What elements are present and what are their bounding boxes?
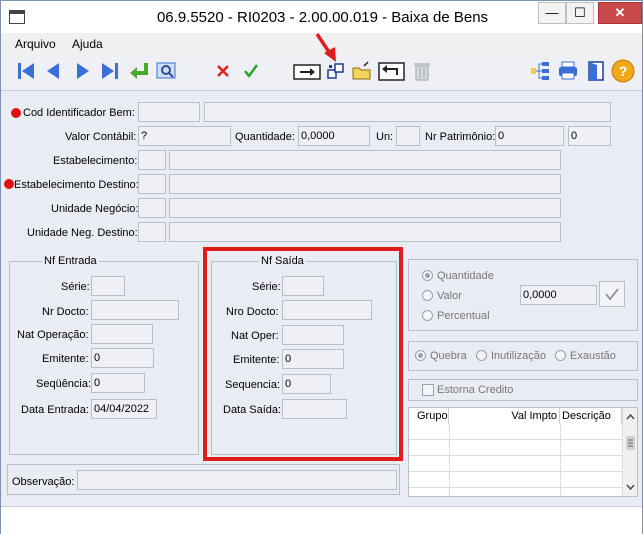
required-indicator	[4, 179, 14, 189]
nf-entrada-natop-label: Nat Operação:	[17, 329, 89, 341]
valor-label: Valor Contábil:	[65, 131, 137, 143]
quantidade-radio[interactable]	[422, 270, 433, 281]
nf-entrada-sequencia-field[interactable]: 0	[91, 373, 145, 393]
nf-entrada-docto-label: Nr Docto:	[42, 306, 89, 318]
quantidade-radio-label: Quantidade	[437, 270, 494, 282]
undo-icon[interactable]	[378, 59, 406, 83]
nr-patrimonio-seq-field[interactable]: 0	[568, 126, 611, 146]
cod-label: Cod Identificador Bem:	[23, 107, 135, 119]
un-field[interactable]	[396, 126, 420, 146]
inutilizacao-radio[interactable]	[476, 350, 487, 361]
previous-record-icon[interactable]	[41, 59, 65, 83]
table-row[interactable]	[409, 440, 622, 456]
column-divider	[449, 424, 450, 496]
print-icon[interactable]	[556, 59, 580, 83]
unidade-description-field[interactable]	[169, 198, 561, 218]
valor-field[interactable]: ?	[138, 126, 231, 146]
title-bar: 06.9.5520 - RI0203 - 2.00.00.019 - Baixa…	[1, 1, 642, 33]
red-arrow-annotation	[315, 33, 336, 62]
column-divider	[560, 424, 561, 496]
help-icon[interactable]: ?	[611, 59, 635, 83]
vertical-scrollbar[interactable]	[622, 408, 637, 496]
nf-entrada-data-label: Data Entrada:	[21, 404, 89, 416]
estab-dest-label: Estabelecimento Destino:	[14, 179, 139, 191]
main-window: 06.9.5520 - RI0203 - 2.00.00.019 - Baixa…	[0, 0, 643, 534]
column-header-val-impto[interactable]: Val Impto	[449, 408, 560, 424]
search-icon[interactable]	[154, 59, 178, 83]
nf-entrada-title: Nf Entrada	[42, 255, 99, 267]
red-highlight-box	[203, 247, 403, 461]
first-record-icon[interactable]	[14, 59, 38, 83]
nf-entrada-data-field[interactable]: 04/04/2022	[91, 399, 157, 419]
exaustao-radio[interactable]	[555, 350, 566, 361]
nf-entrada-emitente-field[interactable]: 0	[91, 348, 154, 368]
nf-entrada-serie-field[interactable]	[91, 276, 125, 296]
un-label: Un:	[376, 131, 394, 143]
valor-radio[interactable]	[422, 290, 433, 301]
estab-label: Estabelecimento:	[53, 155, 138, 167]
unidade-dest-label: Unidade Neg. Destino:	[27, 227, 138, 239]
last-record-icon[interactable]	[98, 59, 122, 83]
percentual-radio-label: Percentual	[437, 310, 490, 322]
observacao-field[interactable]	[77, 470, 397, 490]
cod-description-field[interactable]	[204, 102, 611, 122]
exit-icon[interactable]	[584, 59, 608, 83]
maximize-button[interactable]: ☐	[566, 2, 594, 24]
unidade-dest-description-field[interactable]	[169, 222, 561, 242]
delete-icon[interactable]	[410, 59, 434, 83]
quebra-radio[interactable]	[415, 350, 426, 361]
unidade-field[interactable]	[138, 198, 166, 218]
unidade-dest-field[interactable]	[138, 222, 166, 242]
nf-entrada-docto-field[interactable]	[91, 300, 179, 320]
svg-text:?: ?	[619, 63, 628, 79]
nf-entrada-emitente-label: Emitente:	[42, 353, 89, 365]
inutilizacao-radio-label: Inutilização	[491, 350, 547, 362]
unidade-label: Unidade Negócio:	[51, 203, 139, 215]
nf-entrada-natop-field[interactable]	[91, 324, 153, 344]
quantidade-label: Quantidade:	[235, 131, 295, 143]
menu-ajuda[interactable]: Ajuda	[72, 37, 103, 51]
quantidade-field[interactable]: 0,0000	[298, 126, 370, 146]
calc-value-field[interactable]: 0,0000	[520, 285, 597, 305]
close-button[interactable]: ✕	[598, 2, 642, 24]
estab-dest-field[interactable]	[138, 174, 166, 194]
goto-icon[interactable]	[127, 59, 151, 83]
estorna-checkbox-label: Estorna Credito	[437, 384, 514, 396]
next-record-icon[interactable]	[71, 59, 95, 83]
quebra-radio-label: Quebra	[430, 350, 467, 362]
minimize-button[interactable]: —	[538, 2, 566, 24]
table-row[interactable]	[409, 424, 622, 440]
nf-entrada-sequencia-label: Seqüência:	[36, 378, 92, 390]
table-row[interactable]	[409, 456, 622, 472]
estorna-checkbox[interactable]	[422, 384, 434, 396]
exaustao-radio-label: Exaustão	[570, 350, 616, 362]
required-indicator	[11, 108, 21, 118]
status-bar	[1, 506, 642, 534]
cod-field[interactable]	[138, 102, 200, 122]
estab-field[interactable]	[138, 150, 166, 170]
nr-patrimonio-field[interactable]: 0	[495, 126, 564, 146]
observacao-label: Observação:	[12, 476, 75, 488]
column-header-descricao[interactable]: Descrição	[560, 408, 622, 424]
column-header-grupo[interactable]: Grupo	[409, 408, 449, 424]
valor-radio-label: Valor	[437, 290, 462, 302]
estab-dest-description-field[interactable]	[169, 174, 561, 194]
percentual-radio[interactable]	[422, 310, 433, 321]
estab-description-field[interactable]	[169, 150, 561, 170]
nr-patrimonio-label: Nr Patrimônio:	[425, 131, 496, 143]
tree-icon[interactable]	[528, 59, 552, 83]
nf-entrada-serie-label: Série:	[61, 281, 90, 293]
menu-arquivo[interactable]: Arquivo	[15, 37, 56, 51]
open-folder-icon[interactable]	[350, 59, 374, 83]
table-row[interactable]	[409, 472, 622, 488]
impostos-table[interactable]: Grupo Val Impto Descrição	[408, 407, 638, 497]
confirm-icon[interactable]	[239, 59, 263, 83]
checkmark-icon	[605, 288, 619, 301]
cancel-icon[interactable]	[211, 59, 235, 83]
confirm-value-button[interactable]	[599, 281, 625, 307]
